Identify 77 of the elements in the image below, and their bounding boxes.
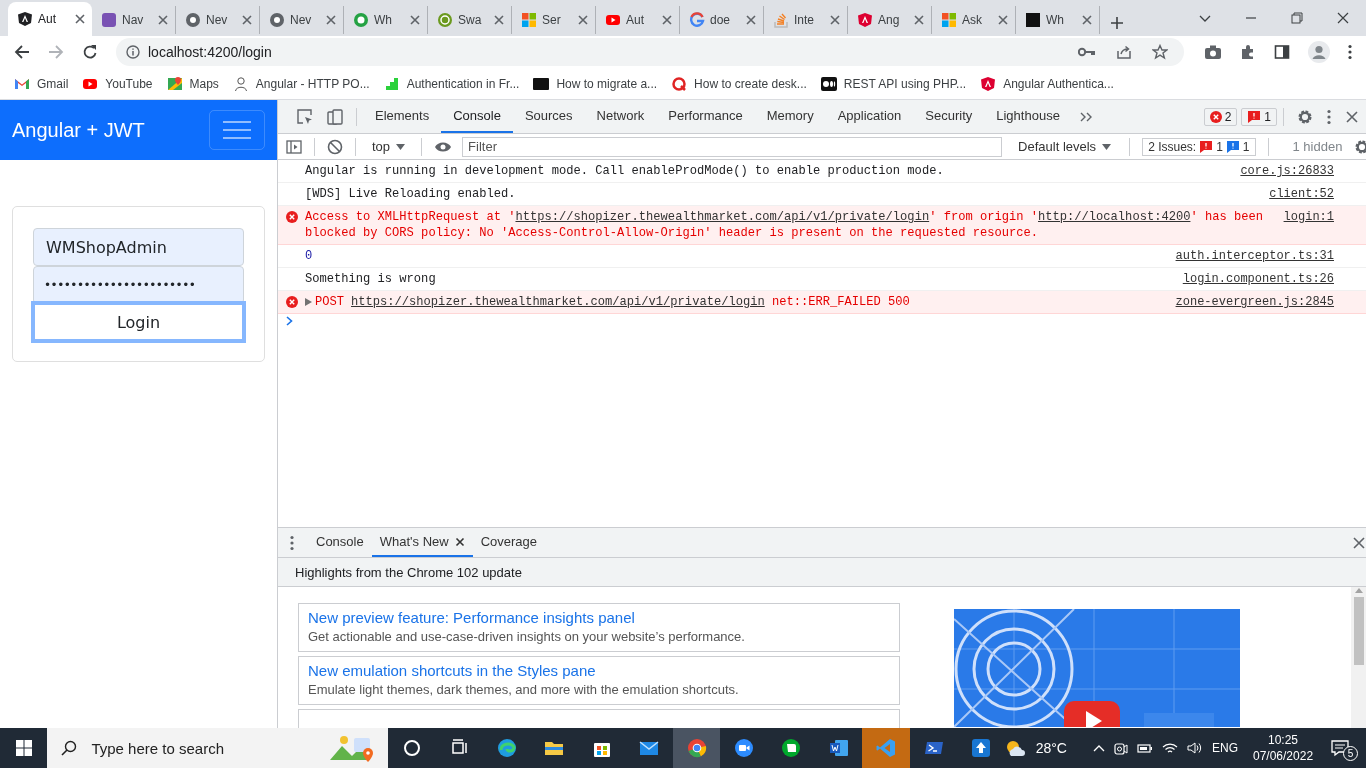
devtools-tab[interactable]: Console [441, 100, 513, 133]
filter-field[interactable]: Filter [462, 136, 1003, 157]
bookmark[interactable]: Maps [166, 75, 219, 92]
bookmark[interactable]: Angular - HTTP PO... [232, 75, 370, 92]
source-link[interactable]: login:1 [1283, 209, 1334, 225]
language-indicator[interactable]: ENG [1212, 741, 1238, 755]
source-link[interactable]: auth.interceptor.ts:31 [1175, 248, 1334, 264]
password-field[interactable]: ••••••••••••••••••••••• [33, 266, 244, 304]
bookmark[interactable]: YouTube [82, 75, 153, 92]
devtools-tab[interactable]: Network [584, 100, 657, 133]
feature-description: Emulate light themes, dark themes, and more with the emulation shortcuts. [308, 682, 740, 697]
browser-tab[interactable]: Wh [1016, 6, 1100, 34]
browser-tab[interactable]: Swa [428, 6, 512, 34]
browser-tab[interactable]: Inte [764, 6, 848, 34]
console-message: Angular is running in development mode. Call enableProdMode() to enable production mode. [305, 163, 945, 179]
browser-tab[interactable]: Ang [848, 6, 932, 34]
browser-tab[interactable]: Nev [176, 6, 260, 34]
console-message: POST https://shopizer.thewealthmarket.com/api/v1/private/login net::ERR_FAILED 500 [305, 294, 1166, 310]
bookmark[interactable]: REST API using PHP... [820, 75, 967, 92]
hidden-count: 1 hidden [1292, 139, 1343, 154]
devtools-tab[interactable]: Security [913, 100, 985, 133]
issue-count-badge[interactable]: 1 [1241, 107, 1277, 126]
console-message: Access to XMLHttpRequest at 'https://shopizer.thewealthmarket.com/api/v1/private/login' from origin 'http://localhost:4200' has been blocked by CORS policy: No 'Access-Control-Allow-Origin' header is present on the requested resource. [305, 209, 1264, 241]
temperature[interactable]: 28°C [1035, 740, 1067, 756]
issue-error-count: 1 [1216, 139, 1223, 154]
devtools-tab[interactable]: Sources [512, 100, 585, 133]
console-message: Something is wrong [305, 271, 437, 287]
bookmark[interactable]: Angular Authentica... [980, 75, 1114, 92]
console-message: [WDS] Live Reloading enabled. [305, 186, 517, 202]
error-count-badge[interactable]: 2 [1203, 107, 1238, 126]
browser-tab[interactable]: Ser [512, 6, 596, 34]
source-link[interactable]: zone-evergreen.js:2845 [1175, 294, 1334, 310]
login-button[interactable]: Login [31, 301, 246, 343]
link[interactable]: https://shopizer.thewealthmarket.com/api/v1/private/login [515, 210, 930, 224]
devtools-tab[interactable]: Lighthouse [984, 100, 1072, 133]
browser-tab[interactable]: doe [680, 6, 764, 34]
error-count: 2 [1224, 109, 1232, 124]
devtools-tab[interactable]: Performance [656, 100, 755, 133]
date: 07/06/2022 [1253, 748, 1314, 764]
devtools-tab[interactable]: Elements [363, 100, 442, 133]
issue-info-count: 1 [1242, 139, 1250, 154]
source-link[interactable]: client:52 [1269, 186, 1334, 202]
bookmark[interactable]: How to create desk... [671, 75, 807, 92]
context-dropdown[interactable]: top [368, 139, 410, 154]
source-link[interactable]: login.component.ts:26 [1182, 271, 1334, 287]
notification-count: 5 [1343, 746, 1359, 761]
username-field[interactable]: WMShopAdmin [33, 228, 244, 266]
address-bar[interactable]: localhost:4200/login [116, 38, 1184, 66]
devtools-tab[interactable]: Application [825, 100, 914, 133]
brand-title[interactable]: Angular + JWT [12, 118, 145, 142]
issues-button[interactable]: 2 Issues: 1 1 [1142, 137, 1256, 156]
browser-tab[interactable]: Nav [92, 6, 176, 34]
drawer-tab[interactable]: Console [308, 528, 372, 557]
bookmark[interactable]: How to migrate a... [533, 75, 658, 92]
drawer-tab[interactable]: Coverage [472, 528, 546, 557]
browser-tab[interactable]: Nev [260, 6, 344, 34]
time: 10:25 [1268, 732, 1299, 748]
browser-tab[interactable]: Aut [8, 2, 92, 36]
browser-tab[interactable]: Aut [596, 6, 680, 34]
bookmark[interactable]: Gmail [14, 75, 69, 92]
devtools-tab[interactable]: Memory [754, 100, 826, 133]
drawer-header: Highlights from the Chrome 102 update [278, 558, 1366, 587]
log-levels-dropdown[interactable]: Default levels [1012, 139, 1118, 154]
issues-label: 2 Issues: [1148, 139, 1197, 154]
feature-link[interactable]: New preview feature: Performance insights panel [308, 609, 890, 626]
clock[interactable]: 10:25 07/06/2022 [1253, 732, 1314, 764]
taskbar-search-field[interactable]: Type here to search [47, 728, 389, 768]
browser-tab[interactable]: Ask [932, 6, 1016, 34]
feature-link[interactable]: New emulation shortcuts in the Styles pane [308, 662, 890, 679]
link[interactable]: http://localhost:4200 [1038, 210, 1191, 224]
feature-description: Get actionable and use-case-driven insights on your website’s performance. [308, 629, 746, 644]
bookmark[interactable]: Authentication in Fr... [383, 75, 520, 92]
browser-tab[interactable]: Wh [344, 6, 428, 34]
source-link[interactable]: core.js:26833 [1240, 163, 1334, 179]
link[interactable]: https://shopizer.thewealthmarket.com/api/v1/private/login [351, 295, 765, 309]
issue-count: 1 [1264, 109, 1271, 124]
console-message: 0 [305, 248, 314, 264]
